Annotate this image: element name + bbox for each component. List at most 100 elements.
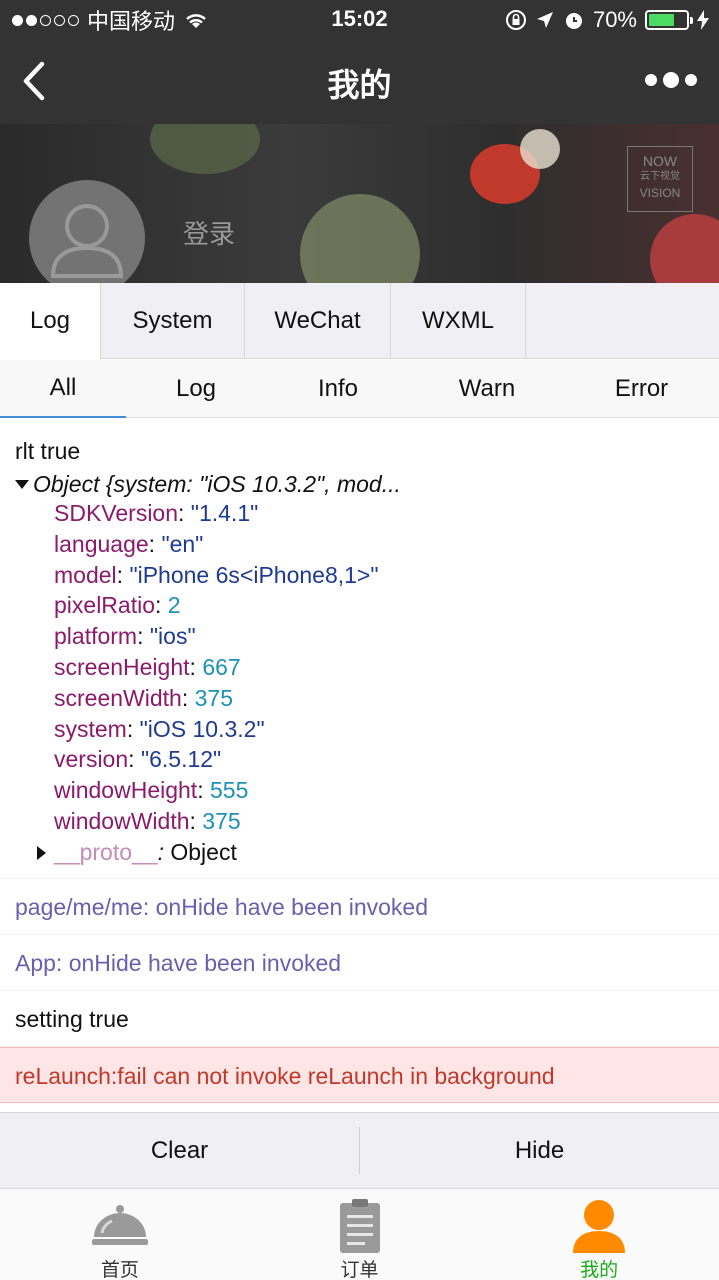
proto-value: Object	[170, 838, 237, 865]
log-text: rlt true	[15, 438, 81, 464]
object-summary[interactable]: Object {system: "iOS 10.3.2", mod...	[15, 471, 704, 498]
status-bar: 中国移动 15:02 70%	[0, 0, 719, 40]
property-separator: :	[126, 715, 140, 742]
user-silhouette-icon	[50, 204, 124, 278]
expanded-triangle-icon[interactable]	[15, 480, 29, 489]
filter-tab-all[interactable]: All	[0, 360, 126, 418]
profile-banner: NOW 云下视觉 VISION 登录	[0, 124, 719, 284]
hide-button[interactable]: Hide	[360, 1113, 719, 1188]
property-value: "en"	[161, 530, 204, 557]
property-value: "iPhone 6s<iPhone8,1>"	[129, 561, 379, 588]
cloche-icon	[91, 1205, 148, 1245]
filter-tab-log[interactable]: Log	[126, 360, 266, 418]
property-separator: :	[155, 592, 168, 619]
log-filter-tabs: All Log Info Warn Error	[0, 360, 719, 418]
proto-separator: :	[157, 838, 164, 865]
navigation-bar: 我的	[0, 40, 719, 124]
log-entry: page/me/me: onHide have been invoked	[0, 879, 719, 935]
object-property: screenWidth: 375	[15, 683, 704, 714]
filter-tab-warn[interactable]: Warn	[410, 360, 564, 418]
brand-line: VISION	[639, 186, 681, 200]
tab-system[interactable]: System	[101, 283, 245, 359]
log-entry-error: reLaunch:fail can not invoke reLaunch in…	[0, 1046, 719, 1103]
property-key: screenHeight	[54, 653, 190, 680]
object-proto[interactable]: __proto__: Object	[15, 837, 704, 868]
property-value: "6.5.12"	[140, 746, 222, 773]
battery-percent: 70%	[592, 7, 637, 32]
property-key: platform	[54, 623, 138, 650]
object-property: platform: "ios"	[15, 621, 704, 652]
property-key: screenWidth	[54, 684, 182, 711]
property-separator: :	[189, 807, 203, 834]
property-key: pixelRatio	[54, 592, 155, 619]
property-separator: :	[148, 530, 162, 557]
debug-panel-tabs: Log System WeChat WXML	[0, 283, 719, 359]
bottom-tab-bar: 首页 订单 我的	[0, 1188, 719, 1280]
brand-watermark-logo: NOW 云下视觉 VISION	[627, 146, 693, 212]
object-property-list: SDKVersion: "1.4.1" language: "en" model: …	[15, 498, 704, 837]
avatar[interactable]	[29, 180, 145, 284]
clipboard-icon	[339, 1199, 380, 1253]
filter-tab-error[interactable]: Error	[564, 360, 719, 418]
property-separator: :	[137, 623, 150, 650]
object-property: screenHeight: 667	[15, 652, 704, 683]
proto-key: __proto__	[54, 838, 158, 865]
object-property: language: "en"	[15, 529, 704, 560]
property-separator: :	[128, 746, 141, 773]
object-property: version: "6.5.12"	[15, 744, 704, 775]
log-entry: setting true	[0, 991, 719, 1047]
property-value: "ios"	[149, 623, 196, 650]
banner-decoration	[650, 214, 719, 284]
tabbar-item-me[interactable]: 我的	[479, 1189, 719, 1280]
property-separator: :	[181, 684, 195, 711]
battery-level	[649, 14, 675, 26]
property-value: 2	[167, 592, 181, 619]
property-value: 667	[202, 653, 241, 680]
login-link[interactable]: 登录	[183, 214, 235, 251]
banner-decoration	[300, 194, 420, 284]
property-value: "1.4.1"	[190, 500, 259, 526]
banner-decoration	[150, 124, 260, 174]
page-title: 我的	[327, 67, 392, 103]
object-property: model: "iPhone 6s<iPhone8,1>"	[15, 560, 704, 591]
property-separator: :	[189, 653, 203, 680]
object-summary-text: Object {system: "iOS 10.3.2", mod...	[33, 471, 401, 497]
orientation-lock-icon	[505, 10, 526, 30]
clear-button[interactable]: Clear	[0, 1127, 360, 1174]
property-key: model	[54, 561, 117, 588]
property-separator: :	[116, 561, 130, 588]
tabbar-item-home[interactable]: 首页	[0, 1189, 240, 1280]
property-value: 375	[194, 684, 233, 711]
brand-line: NOW	[642, 153, 678, 169]
log-entry: App: onHide have been invoked	[0, 935, 719, 991]
filter-tab-info[interactable]: Info	[266, 360, 410, 418]
object-property: SDKVersion: "1.4.1"	[15, 498, 704, 529]
object-property: pixelRatio: 2	[15, 590, 704, 621]
tabbar-item-orders[interactable]: 订单	[240, 1189, 480, 1280]
tab-log[interactable]: Log	[0, 283, 101, 359]
location-arrow-icon	[536, 12, 553, 28]
property-key: windowHeight	[54, 777, 198, 804]
banner-decoration	[520, 129, 560, 169]
log-entry: rlt true Object {system: "iOS 10.3.2", m…	[0, 422, 719, 879]
tabbar-label: 我的	[580, 1260, 619, 1280]
property-separator: :	[178, 500, 191, 526]
object-property: windowHeight: 555	[15, 775, 704, 806]
more-options-icon[interactable]	[645, 72, 697, 88]
tabbar-label: 首页	[100, 1260, 139, 1280]
brand-line: 云下视觉	[640, 171, 680, 182]
object-property: system: "iOS 10.3.2"	[15, 714, 704, 745]
property-value: "iOS 10.3.2"	[139, 715, 265, 742]
tab-wxml[interactable]: WXML	[391, 283, 526, 359]
charging-bolt-icon	[697, 10, 709, 30]
battery-icon	[645, 10, 693, 30]
alarm-icon	[565, 13, 582, 29]
property-key: version	[54, 746, 129, 773]
log-output[interactable]: rlt true Object {system: "iOS 10.3.2", m…	[0, 422, 719, 1112]
user-icon	[573, 1200, 626, 1253]
collapsed-triangle-icon[interactable]	[37, 845, 46, 860]
property-key: system	[54, 715, 127, 742]
tab-wechat[interactable]: WeChat	[245, 283, 391, 359]
property-key: language	[54, 530, 149, 557]
property-key: windowWidth	[54, 807, 190, 834]
